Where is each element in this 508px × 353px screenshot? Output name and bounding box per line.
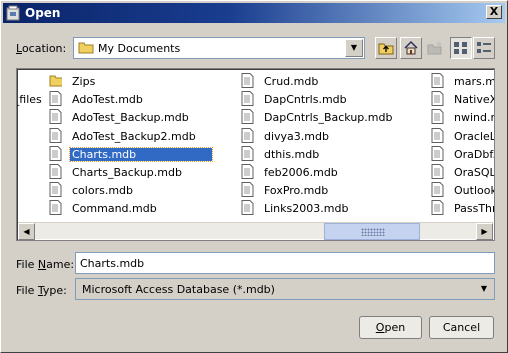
file-name-text: Charts.mdb <box>68 146 214 162</box>
document-icon <box>431 200 444 216</box>
file-name-text: NativeXM <box>454 93 494 107</box>
document-icon <box>241 109 254 125</box>
scrollbar-thumb[interactable] <box>324 223 420 240</box>
file-name-text: Outlook() <box>454 184 494 198</box>
file-name-text: OraDbf.m <box>454 147 494 161</box>
document-icon <box>431 73 444 88</box>
open-button[interactable]: Open <box>359 316 422 339</box>
home-button[interactable] <box>400 37 422 59</box>
list-view-button[interactable] <box>450 37 472 59</box>
document-icon <box>431 127 444 143</box>
file-name-text: feb2006.mdb <box>264 166 338 179</box>
list-view-icon <box>454 42 467 54</box>
file-name-text: DapCntrls_Backup.mdb <box>264 111 393 125</box>
document-icon <box>241 145 254 161</box>
file-name-text: FoxPro.mdb <box>264 184 329 198</box>
document-icon <box>49 91 62 107</box>
details-view-icon <box>477 42 491 53</box>
up-one-level-icon <box>378 43 394 55</box>
document-icon <box>431 145 444 161</box>
file-name-text: Command.mdb <box>72 202 157 216</box>
file-name-text: DapCntrls.mdb <box>264 93 347 107</box>
close-icon: X <box>489 5 499 18</box>
document-icon <box>431 164 444 179</box>
location-label: Location: <box>16 42 67 55</box>
document-icon <box>241 200 254 216</box>
document-icon <box>241 73 254 88</box>
document-icon <box>49 182 62 198</box>
document-icon <box>49 127 62 143</box>
document-icon <box>431 109 444 125</box>
document-icon <box>431 91 444 107</box>
file-name-text: AdoTest_Backup.mdb <box>72 111 189 125</box>
details-view-button[interactable] <box>473 37 495 59</box>
document-icon <box>241 91 254 107</box>
title-bar[interactable]: Open X <box>3 3 505 23</box>
file-name-text: Zips <box>72 75 96 88</box>
document-icon <box>241 164 254 179</box>
file-name-text: Charts_Backup.mdb <box>72 166 182 179</box>
file-name-label: File Name: <box>16 258 75 271</box>
document-icon <box>49 145 62 161</box>
new-folder-button[interactable] <box>424 37 446 59</box>
folder-icon <box>78 42 94 54</box>
file-type-label: File Type: <box>16 284 67 297</box>
file-name-text: PassThru <box>454 202 494 216</box>
file-name-input[interactable]: Charts.mdb <box>75 252 495 274</box>
file-name-text: e_files <box>17 93 42 107</box>
folder-icon <box>49 75 62 87</box>
file-name-text: AdoTest.mdb <box>72 93 143 107</box>
document-icon <box>241 182 254 198</box>
chevron-down-icon[interactable]: ▼ <box>475 280 493 298</box>
dialog-title: Open <box>25 6 61 20</box>
file-name-text: dthis.mdb <box>264 147 320 161</box>
new-folder-icon <box>427 41 442 55</box>
file-name-text: Crud.mdb <box>264 75 319 88</box>
cancel-button[interactable]: Cancel <box>429 316 494 339</box>
document-icon <box>431 182 444 198</box>
document-icon <box>241 127 254 143</box>
file-name-text: OracleLin <box>454 129 494 143</box>
open-dialog: Open X Location: My Documents ▼ Zips fil… <box>0 0 508 353</box>
file-list[interactable]: Zips e_files AdoTest.mdb AdoTest_Backup.mdb… <box>16 68 495 241</box>
file-name-text: Links2003.mdb <box>264 202 349 216</box>
up-one-level-button[interactable] <box>375 37 397 59</box>
location-value: My Documents <box>98 42 181 55</box>
file-name-text: nwind.m <box>454 111 494 125</box>
file-name-text: divya3.mdb <box>264 129 329 143</box>
document-icon <box>49 109 62 125</box>
file-name-text: mars.mdb <box>454 75 495 88</box>
file-name-text: colors.mdb <box>72 184 133 198</box>
document-icon <box>49 164 62 179</box>
file-type-combo[interactable]: Microsoft Access Database (*.mdb) ▼ <box>75 278 495 300</box>
horizontal-scrollbar[interactable]: ◀ ▶ <box>18 222 493 240</box>
file-name-text: AdoTest_Backup2.mdb <box>72 129 196 143</box>
close-button[interactable]: X <box>486 5 502 19</box>
document-icon <box>49 200 62 216</box>
scroll-left-button[interactable]: ◀ <box>18 223 35 240</box>
grip-icon <box>361 228 385 236</box>
scroll-right-button[interactable]: ▶ <box>476 223 493 240</box>
chevron-down-icon[interactable]: ▼ <box>345 39 363 57</box>
home-icon <box>404 40 418 55</box>
java-cup-icon <box>6 5 20 21</box>
location-combo[interactable]: My Documents ▼ <box>73 37 365 59</box>
file-type-value: Microsoft Access Database (*.mdb) <box>82 283 275 296</box>
file-name-text: OraSQLT <box>454 166 495 179</box>
